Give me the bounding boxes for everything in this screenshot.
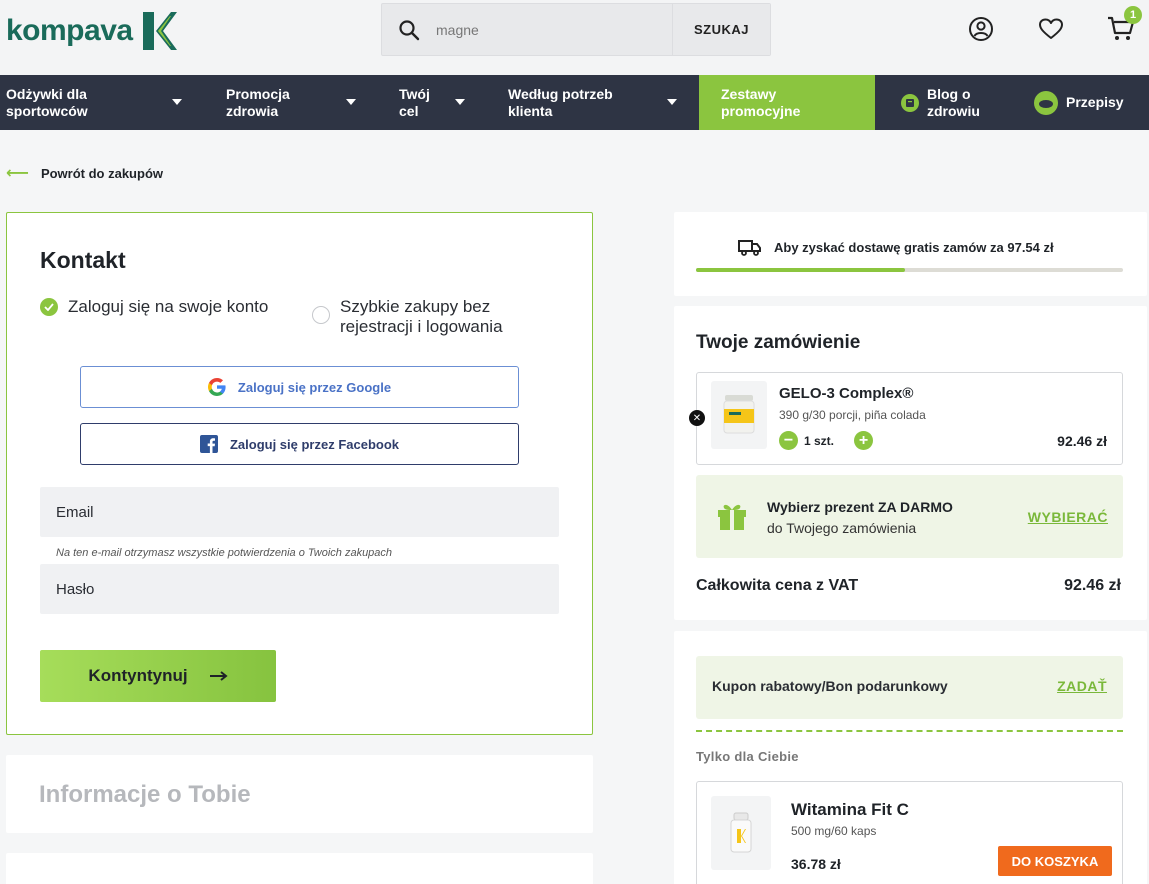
free-shipping-card: Aby zyskać dostawę gratis zamów za 97.54… bbox=[674, 212, 1147, 296]
nav-item-label: Twój cel bbox=[399, 85, 430, 119]
total-value: 92.46 zł bbox=[1064, 577, 1121, 594]
dashed-divider bbox=[696, 730, 1123, 732]
cart-count-badge: 1 bbox=[1124, 6, 1142, 24]
gift-subtitle: do Twojego zamówienia bbox=[767, 520, 917, 536]
google-icon bbox=[207, 378, 226, 396]
option-login-label: Zaloguj się na swoje konto bbox=[68, 297, 269, 316]
password-field[interactable]: Hasło bbox=[40, 564, 559, 614]
cart-icon[interactable]: 1 bbox=[1106, 6, 1142, 44]
facebook-login-button[interactable]: Zaloguj się przez Facebook bbox=[80, 423, 519, 465]
shipping-progress-bar bbox=[696, 268, 1123, 272]
gift-icon bbox=[718, 504, 746, 530]
nav-item-supplements[interactable]: Odżywki dla sportowców bbox=[0, 75, 195, 130]
plus-icon[interactable]: + bbox=[854, 431, 874, 450]
chevron-down-icon bbox=[346, 99, 356, 105]
email-label: Email bbox=[56, 503, 94, 521]
option-quick-checkout[interactable]: Szybkie zakupy bez rejestracji i logowan… bbox=[312, 297, 542, 337]
chevron-down-icon bbox=[172, 99, 182, 105]
nav-item-label: Blog o zdrowiu bbox=[927, 85, 980, 119]
recommended-product-name[interactable]: Witamina Fit C bbox=[791, 800, 909, 820]
next-section-card bbox=[6, 853, 593, 884]
enter-coupon-link[interactable]: ZADAŤ bbox=[1057, 678, 1107, 694]
logo[interactable]: kompava bbox=[6, 10, 179, 52]
search-icon[interactable] bbox=[382, 19, 436, 41]
nav-item-promo-sets[interactable]: Zestawy promocyjne bbox=[699, 75, 875, 130]
option-login[interactable]: Zaloguj się na swoje konto bbox=[40, 297, 290, 317]
contact-section: Kontakt Zaloguj się na swoje konto Szybk… bbox=[6, 212, 593, 735]
nav-item-label: Promocja zdrowia bbox=[226, 85, 290, 119]
recipe-icon bbox=[1034, 90, 1058, 115]
nav-item-blog[interactable]: Blog o zdrowiu bbox=[875, 75, 1029, 130]
nav-item-label: Przepisy bbox=[1066, 94, 1124, 110]
free-gift-box: Wybierz prezent ZA DARMO do Twojego zamó… bbox=[696, 475, 1123, 558]
recommended-product-desc: 500 mg/60 kaps bbox=[791, 824, 877, 838]
radio-checked-icon[interactable] bbox=[40, 298, 58, 316]
quantity-value: 1 szt. bbox=[804, 433, 835, 448]
arrow-left-icon: ⟵ bbox=[6, 165, 29, 182]
recommended-product-image[interactable] bbox=[711, 796, 771, 870]
coupon-label: Kupon rabatowy/Bon podarunkowy bbox=[712, 678, 948, 694]
contact-title: Kontakt bbox=[40, 247, 126, 273]
account-icon[interactable] bbox=[966, 14, 996, 44]
gift-title: Wybierz prezent ZA DARMO bbox=[767, 499, 953, 515]
truck-icon bbox=[738, 240, 761, 256]
chevron-down-icon bbox=[667, 99, 677, 105]
shipping-progress-fill bbox=[696, 268, 906, 272]
quantity-stepper: − 1 szt. + bbox=[779, 431, 874, 450]
back-to-shopping-link[interactable]: ⟵ Powrót do zakupów bbox=[6, 163, 163, 183]
radio-unchecked-icon[interactable] bbox=[312, 306, 330, 324]
facebook-icon bbox=[199, 435, 218, 453]
coupon-box: Kupon rabatowy/Bon podarunkowy ZADAŤ bbox=[696, 656, 1123, 719]
info-section-title: Informacje o Tobie bbox=[39, 781, 251, 808]
back-link-label: Powrót do zakupów bbox=[40, 165, 163, 181]
cart-item: ✕ GELO-3 Complex® 390 g/30 porcji, piña … bbox=[689, 372, 1123, 465]
email-hint: Na ten e-mail otrzymasz wszystkie potwie… bbox=[56, 547, 393, 559]
search-input[interactable] bbox=[436, 4, 672, 55]
google-login-label: Zaloguj się przez Google bbox=[237, 379, 392, 395]
nav-item-your-goal[interactable]: Twój cel bbox=[367, 75, 477, 130]
continue-label: Kontyntynuj bbox=[88, 666, 188, 685]
nav-item-label: Według potrzeb klienta bbox=[508, 85, 613, 119]
recommended-product-price: 36.78 zł bbox=[791, 856, 841, 872]
minus-icon[interactable]: − bbox=[779, 431, 798, 450]
order-title: Twoje zamówienie bbox=[696, 332, 861, 353]
total-label: Całkowita cena z VAT bbox=[696, 577, 859, 594]
choose-gift-link[interactable]: WYBIERAĆ bbox=[1028, 509, 1108, 525]
add-to-cart-button[interactable]: DO KOSZYKA bbox=[998, 846, 1112, 876]
free-shipping-info: Aby zyskać dostawę gratis zamów za 97.54… bbox=[738, 238, 1054, 256]
nav-item-health-promo[interactable]: Promocja zdrowia bbox=[195, 75, 367, 130]
email-field[interactable]: Email bbox=[40, 487, 559, 537]
order-summary-card: Twoje zamówienie ✕ GELO-3 Complex® 390 g… bbox=[674, 306, 1147, 620]
search-button[interactable]: SZUKAJ bbox=[672, 4, 770, 55]
product-desc: 390 g/30 porcji, piña colada bbox=[779, 408, 926, 422]
nav-item-label: Odżywki dla sportowców bbox=[6, 85, 88, 119]
top-bar: kompava SZUKAJ 1 bbox=[0, 0, 1149, 75]
main-nav: Odżywki dla sportowców Promocja zdrowia … bbox=[0, 75, 1149, 130]
password-label: Hasło bbox=[56, 580, 95, 598]
search-bar: SZUKAJ bbox=[381, 3, 771, 56]
product-image[interactable] bbox=[711, 381, 767, 449]
remove-item-icon[interactable]: ✕ bbox=[689, 410, 705, 426]
book-icon bbox=[901, 93, 919, 112]
info-section[interactable]: Informacje o Tobie bbox=[6, 755, 593, 833]
recommended-heading: Tylko dla Ciebie bbox=[696, 749, 799, 764]
logo-text: kompava bbox=[6, 14, 133, 47]
chevron-down-icon bbox=[455, 99, 465, 105]
recommended-product: Witamina Fit C 500 mg/60 kaps 36.78 zł D… bbox=[696, 781, 1123, 884]
heart-icon[interactable] bbox=[1036, 14, 1066, 44]
coupon-card: Kupon rabatowy/Bon podarunkowy ZADAŤ Tyl… bbox=[674, 631, 1147, 884]
product-name[interactable]: GELO-3 Complex® bbox=[779, 385, 913, 402]
nav-item-customer-needs[interactable]: Według potrzeb klienta bbox=[477, 75, 699, 130]
facebook-login-label: Zaloguj się przez Facebook bbox=[229, 436, 400, 452]
google-login-button[interactable]: Zaloguj się przez Google bbox=[80, 366, 519, 408]
option-quick-label: Szybkie zakupy bez rejestracji i logowan… bbox=[340, 297, 503, 336]
logo-mark-icon bbox=[142, 12, 177, 50]
arrow-right-icon bbox=[209, 671, 228, 681]
nav-item-label: Zestawy promocyjne bbox=[721, 85, 801, 119]
product-price: 92.46 zł bbox=[1057, 433, 1107, 449]
free-shipping-text: Aby zyskać dostawę gratis zamów za 97.54… bbox=[774, 239, 1054, 255]
nav-item-recipes[interactable]: Przepisy bbox=[1029, 75, 1149, 130]
continue-button[interactable]: Kontyntynuj bbox=[40, 650, 276, 702]
